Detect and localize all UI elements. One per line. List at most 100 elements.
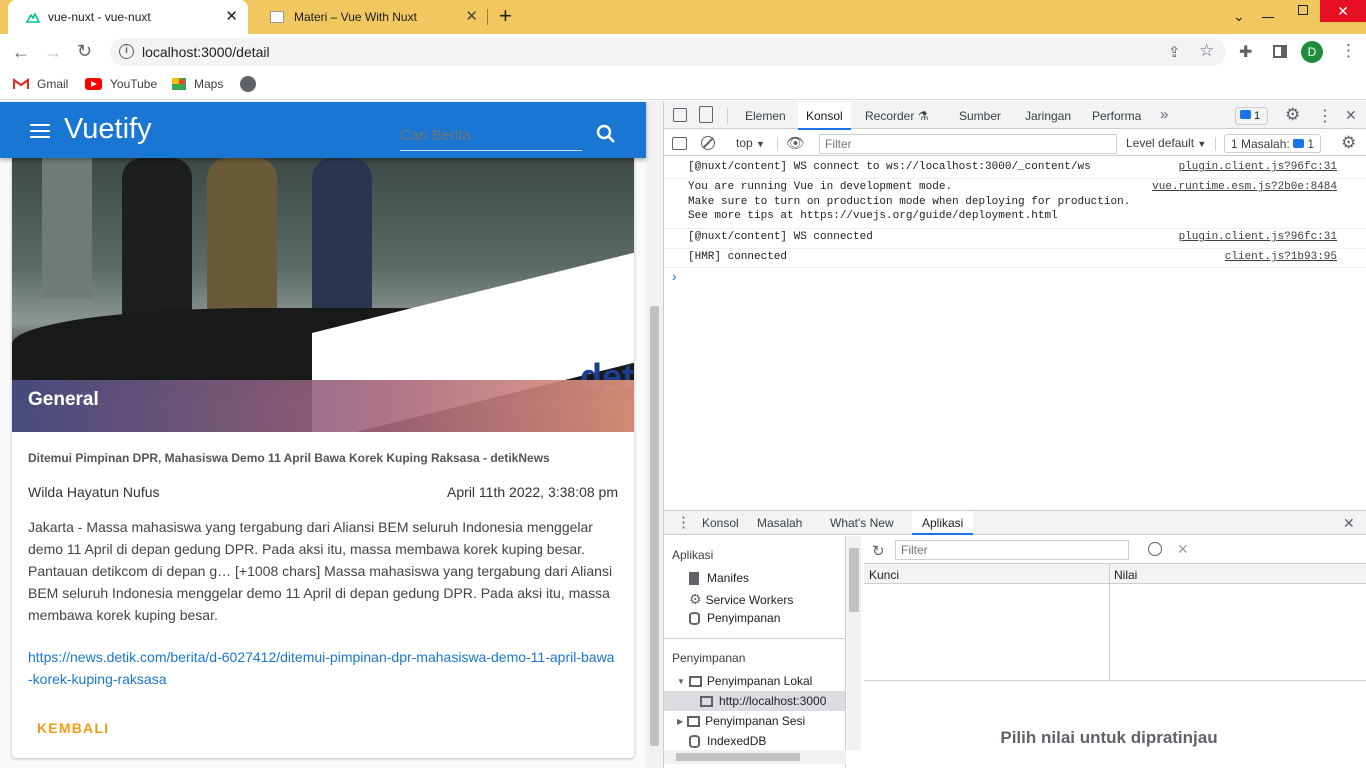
table-icon	[687, 715, 701, 727]
maps-icon	[172, 78, 186, 90]
side-panel-icon[interactable]	[1273, 45, 1287, 58]
drawer-tab-aplikasi[interactable]: Aplikasi	[912, 511, 974, 535]
storage-filter-input[interactable]	[895, 540, 1129, 560]
forward-arrow-icon[interactable]: →	[44, 42, 62, 63]
close-tab-icon[interactable]: ✕	[465, 9, 478, 24]
console-separator	[664, 178, 1366, 179]
device-toolbar-icon[interactable]	[699, 106, 713, 123]
console-message: [@nuxt/content] WS connect to ws://local…	[688, 161, 1091, 173]
show-sidebar-icon[interactable]	[672, 137, 687, 150]
drawer-tab-whats-new[interactable]: What's New	[830, 516, 894, 530]
expand-triangle-icon: ▼	[677, 676, 685, 686]
issues-badge[interactable]: 1	[1235, 107, 1268, 125]
browser-tab-active[interactable]: vue-nuxt - vue-nuxt ✕	[8, 0, 248, 34]
issues-counter-button[interactable]: 1 Masalah: 1	[1224, 134, 1321, 153]
close-devtools-icon[interactable]: ✕	[1345, 107, 1357, 124]
console-prompt-icon[interactable]: ›	[672, 268, 677, 284]
devtools-tab-sumber[interactable]: Sumber	[959, 109, 1001, 123]
scrollbar-thumb[interactable]	[849, 548, 859, 612]
close-tab-icon[interactable]: ✕	[225, 9, 238, 24]
console-filter-input[interactable]	[819, 134, 1117, 154]
url-text[interactable]: localhost:3000/detail	[142, 44, 270, 60]
profile-avatar[interactable]: D	[1301, 41, 1323, 63]
sidebar-item-manifes[interactable]: Manifes	[689, 571, 749, 585]
omnibox[interactable]	[110, 38, 1226, 66]
browser-tab[interactable]: Materi – Vue With Nuxt ✕	[252, 0, 488, 34]
console-message: [@nuxt/content] WS connected	[688, 231, 873, 243]
console-source-link[interactable]: plugin.client.js?96fc:31	[1179, 231, 1337, 243]
globe-icon[interactable]	[240, 76, 256, 92]
sidebar-h-scrollbar[interactable]	[664, 750, 846, 764]
sidebar-item-service-workers[interactable]: ⚙ Service Workers	[689, 591, 793, 608]
devtools-tab-performa[interactable]: Performa	[1092, 109, 1141, 123]
article-source-link[interactable]: https://news.detik.com/berita/d-6027412/…	[28, 646, 618, 690]
console-source-link[interactable]: client.js?1b93:95	[1225, 251, 1337, 263]
sidebar-item-penyimpanan[interactable]: Penyimpanan	[689, 611, 780, 625]
site-info-icon[interactable]: i	[119, 44, 134, 59]
log-level-select[interactable]: Level default ▼	[1126, 136, 1206, 150]
sidebar-item-localhost[interactable]: http://localhost:3000	[700, 694, 826, 708]
bookmark-star-icon[interactable]: ☆	[1199, 41, 1214, 61]
context-selector[interactable]: top ▼	[724, 133, 772, 153]
devtools-tab-elemen[interactable]: Elemen	[745, 109, 786, 123]
close-drawer-icon[interactable]: ✕	[1343, 515, 1355, 532]
devtools-tab-jaringan[interactable]: Jaringan	[1025, 109, 1071, 123]
console-source-link[interactable]: vue.runtime.esm.js?2b0e:8484	[1152, 181, 1337, 193]
tab-divider	[487, 9, 488, 25]
refresh-icon[interactable]: ↻	[872, 542, 885, 560]
scrollbar-thumb[interactable]	[650, 306, 659, 746]
toolbar-divider	[1215, 137, 1216, 151]
article-category: General	[28, 389, 99, 410]
search-icon[interactable]	[596, 124, 616, 144]
column-header-nilai[interactable]: Nilai	[1114, 568, 1137, 582]
live-expression-eye-icon[interactable]: 👁	[786, 134, 805, 152]
dropdown-arrow-icon: ▼	[1197, 139, 1207, 149]
tab-search-chevron-down-icon[interactable]: ⌄	[1233, 8, 1245, 25]
clear-all-icon[interactable]	[1148, 542, 1162, 556]
sidebar-scrollbar[interactable]	[847, 536, 861, 750]
devtools-tab-konsol[interactable]: Konsol	[798, 102, 851, 130]
drawer-tab-masalah[interactable]: Masalah	[757, 516, 802, 530]
back-arrow-icon[interactable]: ←	[12, 42, 30, 63]
image-pillar	[42, 158, 92, 298]
console-settings-gear-icon[interactable]: ⚙	[1341, 133, 1356, 153]
sidebar-divider	[664, 638, 846, 639]
extensions-puzzle-icon[interactable]: ✚	[1239, 42, 1252, 62]
sidebar-item-local-storage[interactable]: ▼ Penyimpanan Lokal	[677, 674, 812, 688]
drawer-menu-kebab-icon[interactable]: ⋮	[676, 513, 691, 531]
search-news-input[interactable]	[400, 121, 582, 151]
sidebar-section-penyimpanan: Penyimpanan	[672, 651, 746, 665]
page-scrollbar[interactable]	[646, 101, 663, 768]
scrollbar-thumb[interactable]	[676, 753, 800, 761]
drawer-tab-konsol[interactable]: Konsol	[702, 516, 739, 530]
bookmark-maps[interactable]: Maps	[171, 76, 223, 92]
devtools-menu-kebab-icon[interactable]: ⋮	[1317, 106, 1333, 126]
clear-console-icon[interactable]	[701, 136, 715, 150]
close-window-icon[interactable]: ✕	[1320, 0, 1366, 22]
back-button[interactable]: KEMBALI	[28, 716, 118, 740]
article-image: det General	[12, 158, 634, 432]
minimize-icon[interactable]	[1262, 17, 1274, 18]
article-body: Jakarta - Massa mahasiswa yang tergabung…	[28, 519, 613, 623]
devtools-tab-recorder[interactable]: Recorder ⚗	[865, 109, 928, 123]
console-separator	[664, 248, 1366, 249]
settings-gear-icon[interactable]: ⚙	[1285, 105, 1300, 125]
menu-kebab-icon[interactable]: ⋮	[1340, 42, 1357, 60]
new-tab-button[interactable]: +	[499, 4, 512, 28]
restore-icon[interactable]	[1298, 5, 1308, 15]
bookmark-youtube[interactable]: YouTube	[85, 76, 157, 92]
article-headline: Ditemui Pimpinan DPR, Mahasiswa Demo 11 …	[28, 451, 550, 465]
reload-icon[interactable]: ↻	[77, 41, 92, 62]
share-icon[interactable]: ⇪	[1168, 43, 1181, 61]
column-header-kunci[interactable]: Kunci	[869, 568, 899, 582]
bookmark-gmail[interactable]: Gmail	[13, 76, 68, 92]
console-source-link[interactable]: plugin.client.js?96fc:31	[1179, 161, 1337, 173]
hamburger-icon[interactable]	[30, 124, 50, 138]
message-icon	[1293, 139, 1305, 148]
delete-selected-icon[interactable]: ✕	[1177, 541, 1189, 558]
tab-title: Materi – Vue With Nuxt	[294, 10, 417, 24]
sidebar-item-indexeddb[interactable]: IndexedDB	[689, 734, 766, 748]
inspect-element-icon[interactable]	[673, 108, 687, 122]
sidebar-item-session-storage[interactable]: ▶ Penyimpanan Sesi	[677, 714, 805, 728]
more-tabs-icon[interactable]: »	[1160, 106, 1168, 123]
